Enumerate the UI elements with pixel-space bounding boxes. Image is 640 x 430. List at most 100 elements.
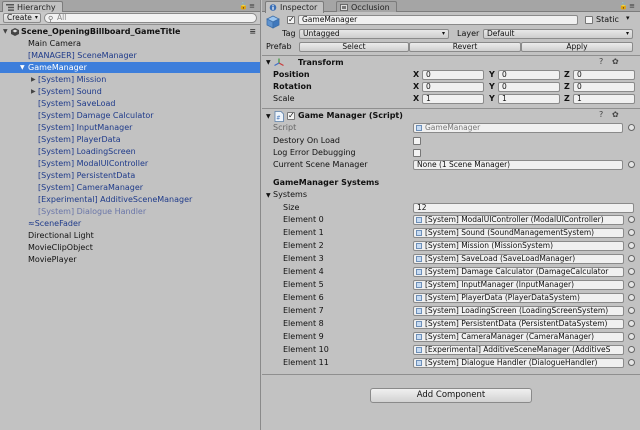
layer-dropdown[interactable]: Default ▾ xyxy=(483,29,633,39)
object-picker-icon[interactable] xyxy=(628,346,635,353)
object-picker-icon[interactable] xyxy=(628,268,635,275)
scale-y-field[interactable]: 1 xyxy=(498,94,560,104)
destroy-on-load-checkbox[interactable] xyxy=(413,137,421,145)
object-picker-icon[interactable] xyxy=(628,333,635,340)
expand-triangle-icon[interactable]: ▼ xyxy=(3,26,8,37)
hierarchy-item-inputmanager[interactable]: [System] InputManager xyxy=(0,122,260,133)
hierarchy-item-scene-manager[interactable]: [MANAGER] SceneManager xyxy=(0,50,260,61)
element-label: Element 1 xyxy=(283,228,324,237)
position-z-field[interactable]: 0 xyxy=(573,70,635,80)
foldout-triangle-icon[interactable]: ▼ xyxy=(266,113,271,120)
axis-x-label: X xyxy=(413,94,420,103)
collapsed-triangle-icon[interactable]: ▶ xyxy=(31,74,36,85)
object-picker-icon[interactable] xyxy=(628,359,635,366)
systems-label: Systems xyxy=(273,190,307,199)
element-field[interactable]: [System] Damage Calculator (DamageCalcul… xyxy=(413,267,624,277)
tag-dropdown[interactable]: Untagged ▾ xyxy=(299,29,449,39)
panel-menu-icon[interactable]: 🔒≡ xyxy=(239,2,256,10)
hierarchy-item-damage-calculator[interactable]: [System] Damage Calculator xyxy=(0,110,260,121)
object-picker-icon[interactable] xyxy=(628,294,635,301)
object-picker-icon[interactable] xyxy=(628,216,635,223)
element-field[interactable]: [System] ModalUIController (ModalUIContr… xyxy=(413,215,624,225)
prefab-revert-button[interactable]: Revert xyxy=(409,42,521,52)
static-checkbox[interactable] xyxy=(585,16,593,24)
rotation-y-field[interactable]: 0 xyxy=(498,82,560,92)
element-field[interactable]: [System] Sound (SoundManagementSystem) xyxy=(413,228,624,238)
script-enabled-checkbox[interactable] xyxy=(287,111,295,120)
size-field[interactable]: 12 xyxy=(413,203,634,213)
hierarchy-item-cameramanager[interactable]: [System] CameraManager xyxy=(0,182,260,193)
object-picker-icon[interactable] xyxy=(628,255,635,262)
hierarchy-search-input[interactable]: ⚲ All xyxy=(44,13,257,23)
object-name-field[interactable]: GameManager xyxy=(298,15,578,25)
item-label: [System] Sound xyxy=(38,87,102,96)
log-error-debugging-checkbox[interactable] xyxy=(413,149,421,157)
hierarchy-item-movieplayer[interactable]: MoviePlayer xyxy=(0,254,260,265)
element-field[interactable]: [System] Mission (MissionSystem) xyxy=(413,241,624,251)
hierarchy-item-dialogue-handler[interactable]: [System] Dialogue Handler xyxy=(0,206,260,217)
element-value: [System] Damage Calculator (DamageCalcul… xyxy=(425,267,609,276)
element-value: [System] LoadingScreen (LoadingScreenSys… xyxy=(425,306,609,315)
settings-gear-icon[interactable]: ✿ xyxy=(612,57,619,66)
element-value: [Experimental] AdditiveSceneManager (Add… xyxy=(425,345,611,354)
prefab-apply-button[interactable]: Apply xyxy=(521,42,633,52)
object-picker-icon[interactable] xyxy=(628,161,635,168)
scene-row[interactable]: ▼ Scene_OpeningBillboard_GameTitle ≡ xyxy=(0,26,260,37)
foldout-triangle-icon[interactable]: ▼ xyxy=(266,59,271,66)
active-checkbox[interactable] xyxy=(287,15,295,24)
element-field[interactable]: [System] SaveLoad (SaveLoadManager) xyxy=(413,254,624,264)
element-field[interactable]: [System] PersistentData (PersistentDataS… xyxy=(413,319,624,329)
object-picker-icon[interactable] xyxy=(628,242,635,249)
script-icon xyxy=(416,125,422,131)
hierarchy-item-persistentdata[interactable]: [System] PersistentData xyxy=(0,170,260,181)
scale-z-field[interactable]: 1 xyxy=(573,94,635,104)
create-button[interactable]: Create ▾ xyxy=(3,13,41,23)
object-picker-icon[interactable] xyxy=(628,229,635,236)
hierarchy-item-modaluicontroller[interactable]: [System] ModalUIController xyxy=(0,158,260,169)
rotation-x-field[interactable]: 0 xyxy=(422,82,484,92)
item-label: [System] SaveLoad xyxy=(38,99,116,108)
settings-gear-icon[interactable]: ✿ xyxy=(612,110,619,119)
hierarchy-item-scenefader[interactable]: ≈SceneFader xyxy=(0,218,260,229)
hierarchy-item-main-camera[interactable]: Main Camera xyxy=(0,38,260,49)
hierarchy-item-loadingscreen[interactable]: [System] LoadingScreen xyxy=(0,146,260,157)
hierarchy-item-sound[interactable]: ▶ [System] Sound xyxy=(0,86,260,97)
hierarchy-item-additive-scene-manager[interactable]: [Experimental] AdditiveSceneManager xyxy=(0,194,260,205)
hierarchy-item-playerdata[interactable]: [System] PlayerData xyxy=(0,134,260,145)
chevron-down-icon[interactable]: ▾ xyxy=(626,14,630,22)
rotation-z-field[interactable]: 0 xyxy=(573,82,635,92)
item-label: [System] PlayerData xyxy=(38,135,121,144)
hierarchy-item-movieclipobject[interactable]: MovieClipObject xyxy=(0,242,260,253)
object-picker-icon[interactable] xyxy=(628,307,635,314)
add-component-button[interactable]: Add Component xyxy=(370,388,532,403)
hierarchy-item-directional-light[interactable]: Directional Light xyxy=(0,230,260,241)
tab-inspector[interactable]: Inspector xyxy=(265,1,325,13)
tab-occlusion[interactable]: Occlusion xyxy=(336,1,397,12)
element-field[interactable]: [System] PlayerData (PlayerDataSystem) xyxy=(413,293,624,303)
element-field[interactable]: [System] InputManager (InputManager) xyxy=(413,280,624,290)
panel-menu-icon[interactable]: 🔒≡ xyxy=(619,2,636,10)
foldout-triangle-icon[interactable]: ▼ xyxy=(266,192,271,199)
hierarchy-item-saveload[interactable]: [System] SaveLoad xyxy=(0,98,260,109)
element-value: [System] Mission (MissionSystem) xyxy=(425,241,553,250)
help-icon[interactable]: ? xyxy=(599,110,603,119)
current-scene-manager-field[interactable]: None (1 Scene Manager) xyxy=(413,160,623,170)
scale-x-field[interactable]: 1 xyxy=(422,94,484,104)
hierarchy-item-mission[interactable]: ▶ [System] Mission xyxy=(0,74,260,85)
collapsed-triangle-icon[interactable]: ▶ xyxy=(31,86,36,97)
scene-menu-icon[interactable]: ≡ xyxy=(249,26,256,37)
object-picker-icon[interactable] xyxy=(628,281,635,288)
expand-triangle-icon[interactable]: ▼ xyxy=(20,62,25,73)
position-x-field[interactable]: 0 xyxy=(422,70,484,80)
element-field[interactable]: [System] LoadingScreen (LoadingScreenSys… xyxy=(413,306,624,316)
help-icon[interactable]: ? xyxy=(599,57,603,66)
element-field[interactable]: [Experimental] AdditiveSceneManager (Add… xyxy=(413,345,624,355)
position-y-field[interactable]: 0 xyxy=(498,70,560,80)
object-picker-icon[interactable] xyxy=(628,320,635,327)
element-field[interactable]: [System] CameraManager (CameraManager) xyxy=(413,332,624,342)
element-field[interactable]: [System] Dialogue Handler (DialogueHandl… xyxy=(413,358,624,368)
prefab-select-button[interactable]: Select xyxy=(299,42,409,52)
hierarchy-item-gamemanager[interactable]: ▼ GameManager xyxy=(0,62,260,73)
hierarchy-toolbar: Create ▾ ⚲ All xyxy=(0,12,260,25)
component-icon xyxy=(416,347,422,353)
